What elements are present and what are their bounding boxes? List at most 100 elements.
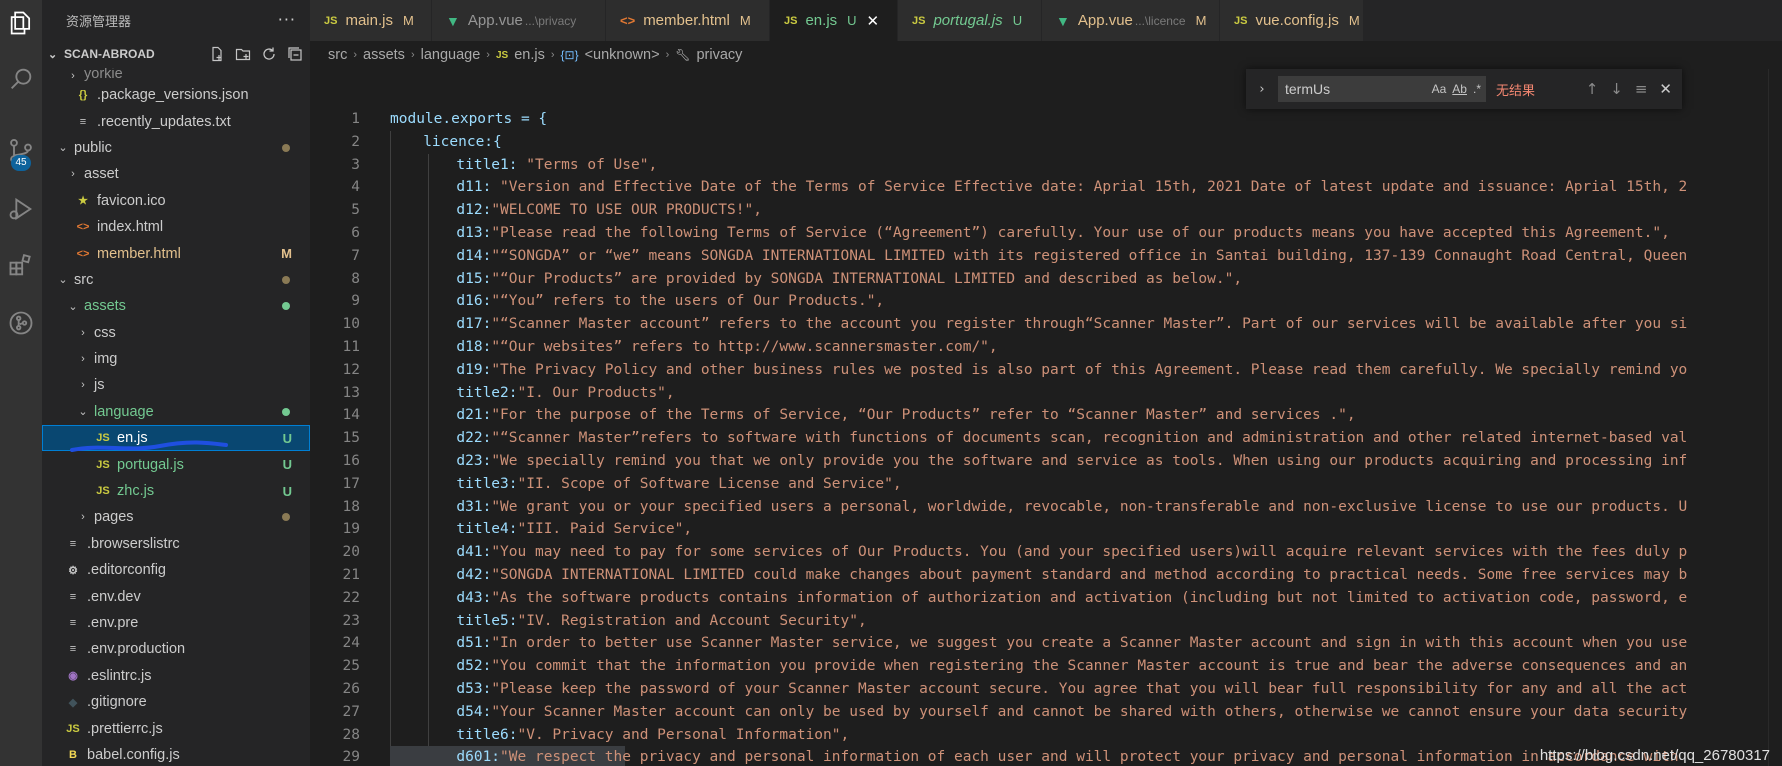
code-key: d54: [456, 703, 492, 720]
tree-item[interactable]: › img [42, 346, 310, 372]
breadcrumb-item[interactable]: assets [363, 47, 405, 63]
code-line: d16:"“You” refers to the users of Our Pr… [390, 290, 1782, 314]
find-input[interactable]: termUs Aa Ab .* [1278, 76, 1486, 102]
change-dot-indicator [282, 143, 290, 152]
tab-en-js[interactable]: JS en.js U ✕ [770, 0, 898, 41]
tab-main-js[interactable]: JS main.js M [310, 0, 432, 41]
indent-guide [390, 313, 391, 336]
extensions-icon[interactable] [0, 242, 42, 288]
search-icon[interactable] [0, 56, 42, 102]
tree-item[interactable]: <> member.html M [42, 240, 310, 266]
tab-App-vue[interactable]: ▼ App.vue ...\licence M [1042, 0, 1220, 41]
tree-item[interactable]: ⌄ assets [42, 293, 310, 319]
tree-item[interactable]: ◉ .eslintrc.js [42, 663, 310, 689]
indent-guide [390, 221, 391, 245]
use-regex-button[interactable]: .* [1473, 82, 1481, 96]
indent-guide [390, 586, 391, 610]
indent-guide [428, 358, 429, 382]
workspace-section[interactable]: ⌄ SCAN-ABROAD [42, 40, 310, 68]
txt-file-icon: ≡ [79, 115, 87, 128]
refresh-icon[interactable] [260, 45, 278, 63]
remote-icon[interactable] [0, 300, 42, 346]
code-string: "Terms of Use", [526, 156, 658, 173]
close-icon[interactable]: ✕ [867, 12, 880, 30]
blue-scribble-annotation [70, 440, 228, 452]
breadcrumb-item[interactable]: language [421, 47, 481, 63]
run-debug-icon[interactable] [0, 186, 42, 232]
tab-App-vue[interactable]: ▼ App.vue ...\privacy [432, 0, 606, 41]
indent-guide [390, 427, 391, 450]
code-key: d31: [456, 498, 492, 515]
tree-item[interactable]: ≡ .recently_updates.txt [42, 108, 310, 134]
tree-item[interactable]: Bbabel.config.js [42, 742, 310, 766]
tree-item[interactable]: JS .prettierrc.js [42, 715, 310, 741]
code-string: "Version and Effective Date of the Terms… [500, 179, 1688, 196]
match-case-button[interactable]: Aa [1432, 82, 1447, 96]
breadcrumb-item[interactable]: src [328, 47, 347, 63]
explorer-icon[interactable] [0, 0, 42, 46]
gear-file-icon: ⚙ [68, 564, 78, 577]
breadcrumb-item[interactable]: <unknown> [585, 47, 660, 63]
tree-item[interactable]: {} .package_versions.json [42, 82, 310, 108]
chevron-right-icon: › [410, 49, 415, 61]
tree-item[interactable]: › pages [42, 504, 310, 530]
tree-item[interactable]: JS zhc.js U [42, 478, 310, 504]
tab-label: App.vue [1077, 12, 1133, 29]
breadcrumb-item[interactable]: en.js [514, 47, 545, 63]
next-match-icon[interactable]: ↓ [1610, 80, 1623, 98]
code-key: d12: [456, 202, 492, 219]
editor-scrollbar[interactable] [1768, 69, 1782, 766]
code-string: "You may need to pay for some services o… [491, 544, 1688, 561]
previous-match-icon[interactable]: ↑ [1586, 80, 1599, 98]
find-in-selection-icon[interactable]: ≡ [1635, 80, 1648, 98]
code-line: d31:"We grant you or your specified user… [390, 495, 1782, 519]
tree-item[interactable]: ≡ .env.production [42, 636, 310, 662]
collapse-all-icon[interactable] [286, 45, 304, 63]
tree-item[interactable]: › js [42, 372, 310, 398]
vue-file-icon: ▼ [1056, 12, 1070, 29]
indent-guide [428, 541, 429, 564]
code-lines[interactable]: module.exports = {licence:{title1: "Term… [390, 108, 1782, 766]
tab-vue-config-js[interactable]: JS vue.config.js M [1220, 0, 1364, 41]
code-editor[interactable]: 1 2 3 4 5 6 7 8 9 10 11 12 13 14 15 16 17 18 19 20 21 22 23 24 2… [310, 69, 1782, 766]
tab-portugal-js[interactable]: JS portugal.js U [898, 0, 1042, 41]
tree-item[interactable]: ≡ .env.dev [42, 583, 310, 609]
indent-guide [390, 335, 391, 359]
tree-item[interactable]: ⌄ src [42, 267, 310, 293]
tab-member-html[interactable]: <> member.html M [606, 0, 770, 41]
tree-item[interactable]: › yorkie [42, 68, 310, 82]
tree-item[interactable]: › css [42, 320, 310, 346]
code-key: d14: [456, 247, 492, 264]
code-key: d53: [456, 680, 492, 697]
tree-item[interactable]: ⌄ public [42, 135, 310, 161]
indent-guide [390, 609, 391, 633]
code-string: "IV. Registration and Account Security", [517, 612, 867, 629]
eslint-file-icon: ◉ [68, 670, 78, 683]
tree-item[interactable]: ⌄ language [42, 399, 310, 425]
tree-item[interactable]: ≡ .env.pre [42, 610, 310, 636]
match-whole-word-button[interactable]: Ab [1452, 82, 1467, 96]
breadcrumb-item[interactable]: privacy [696, 47, 742, 63]
indent-guide [390, 267, 391, 291]
tree-item-label: assets [84, 298, 126, 315]
tree-item[interactable]: ≡ .browserslistrc [42, 531, 310, 557]
toggle-replace-icon[interactable]: › [1252, 82, 1272, 97]
close-icon[interactable]: ✕ [1659, 80, 1672, 98]
tree-item[interactable]: › asset [42, 161, 310, 187]
js-file-icon: JS [1234, 14, 1248, 27]
line-number: 23 [342, 612, 360, 629]
tree-item-label: language [94, 403, 154, 420]
line-number: 11 [342, 338, 360, 355]
indent-guide [390, 563, 391, 587]
code-string: "I. Our Products", [517, 384, 675, 401]
tree-item[interactable]: ◆ .gitignore [42, 689, 310, 715]
tree-item[interactable]: ★ favicon.ico [42, 188, 310, 214]
tree-item[interactable]: ⚙ .editorconfig [42, 557, 310, 583]
tree-item[interactable]: <> index.html [42, 214, 310, 240]
new-folder-icon[interactable] [234, 45, 252, 63]
more-actions-icon[interactable]: ··· [278, 10, 296, 29]
code-string: "Please read the following Terms of Serv… [491, 224, 1670, 241]
new-file-icon[interactable] [208, 45, 226, 63]
chevron-down-icon: ⌄ [58, 274, 68, 287]
tree-item[interactable]: JS portugal.js U [42, 451, 310, 477]
